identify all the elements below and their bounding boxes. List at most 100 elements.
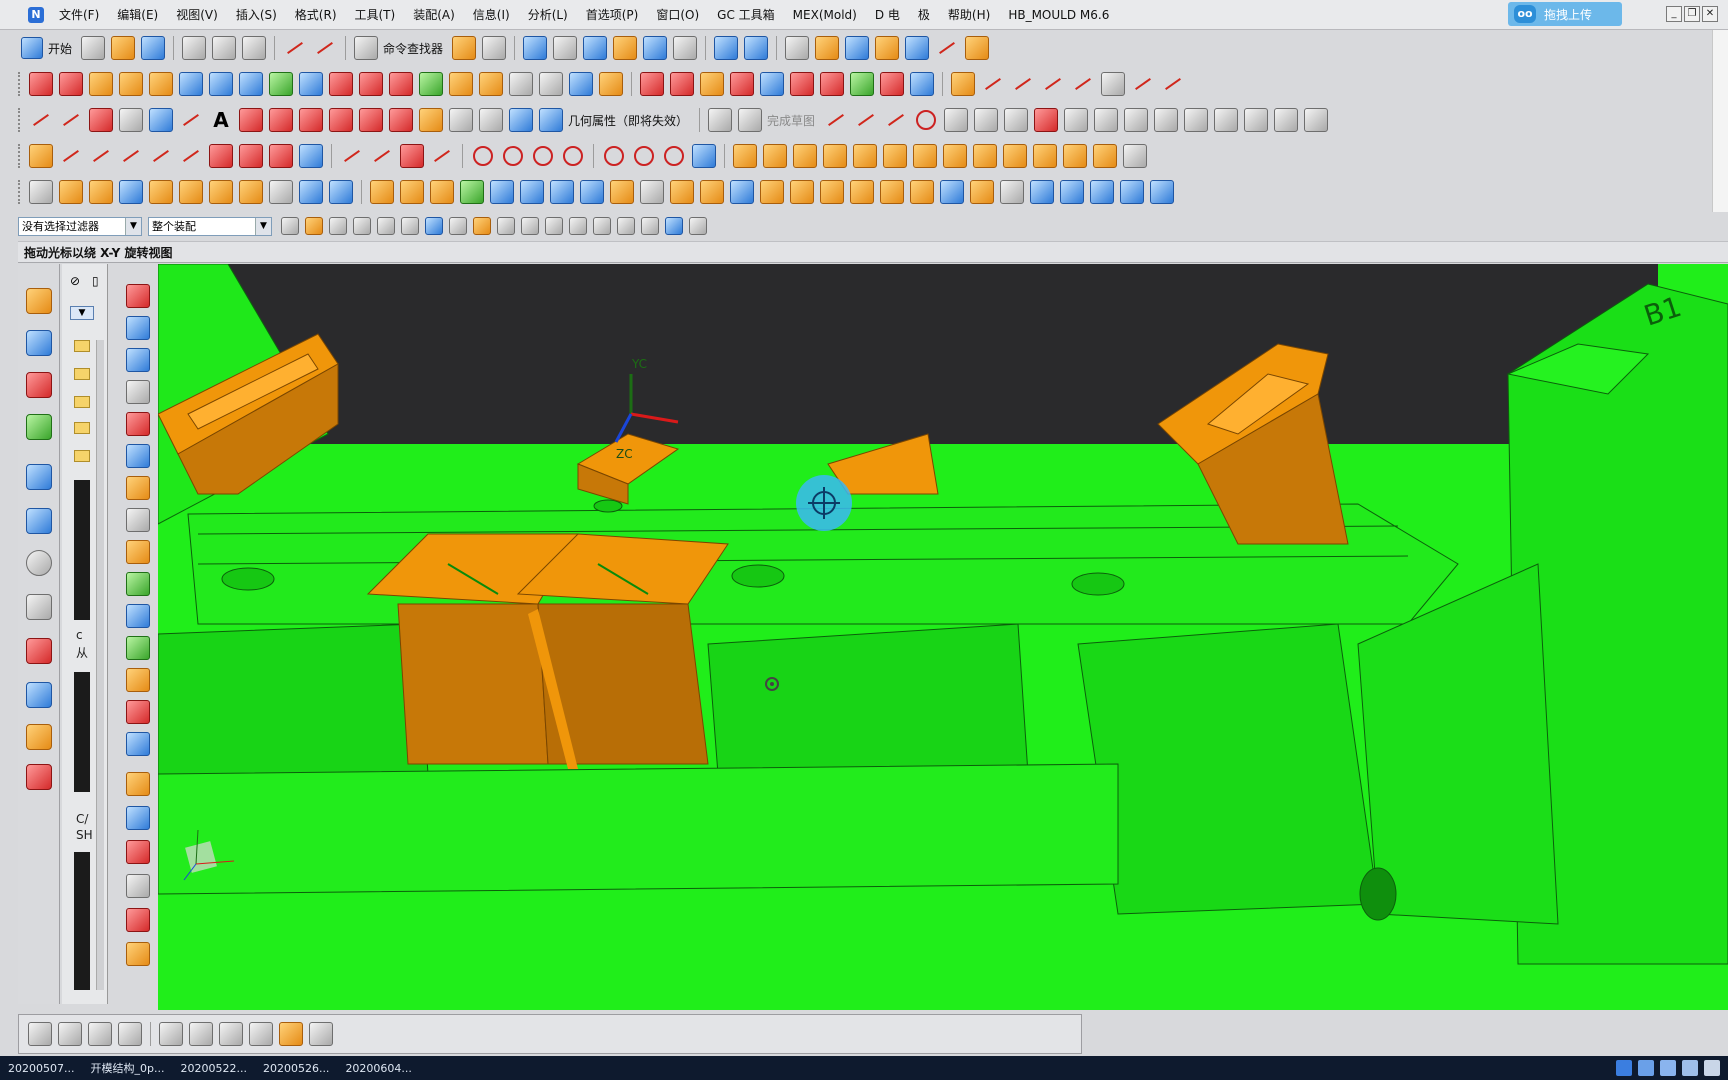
snap-point-option-icon[interactable] xyxy=(689,217,707,235)
filter-option-icon[interactable] xyxy=(401,217,419,235)
filter-option-icon[interactable] xyxy=(281,217,299,235)
spline-icon[interactable] xyxy=(179,108,203,132)
background-icon[interactable] xyxy=(673,36,698,60)
solid-feature-icon[interactable] xyxy=(883,144,907,168)
tray-moon-icon[interactable] xyxy=(1660,1060,1676,1076)
surface-tool-icon[interactable] xyxy=(239,72,263,96)
mold-tool-icon[interactable] xyxy=(400,180,424,204)
curve-edit-icon[interactable] xyxy=(1131,72,1155,96)
mold-tool-icon[interactable] xyxy=(760,180,784,204)
snap-point-option-icon[interactable] xyxy=(473,217,491,235)
restore-button[interactable]: ❐ xyxy=(1684,6,1700,22)
mold-tool-icon[interactable] xyxy=(520,180,544,204)
surface-tool-icon[interactable] xyxy=(29,72,53,96)
surface-tool-icon[interactable] xyxy=(449,72,473,96)
mold-tool-icon[interactable] xyxy=(209,180,233,204)
surface-tool-icon[interactable] xyxy=(820,72,844,96)
sketch-rectangle-icon[interactable] xyxy=(1004,108,1029,132)
mold-wizard-icon[interactable] xyxy=(126,806,150,830)
taskbar-item[interactable]: 20200507... xyxy=(0,1062,82,1075)
mold-tool-icon[interactable] xyxy=(119,180,143,204)
sketch-offset-icon[interactable] xyxy=(1274,108,1299,132)
sketch-dimension-icon[interactable] xyxy=(1214,108,1239,132)
text-tool-icon[interactable]: A xyxy=(209,108,233,132)
finish-sketch-icon[interactable] xyxy=(738,108,763,132)
snap-point-option-icon[interactable] xyxy=(569,217,587,235)
bottom-tool-icon[interactable] xyxy=(219,1022,243,1046)
curve-tool-icon[interactable] xyxy=(269,108,293,132)
sketch-fillet-icon[interactable] xyxy=(944,108,969,132)
solid-feature-icon[interactable] xyxy=(1033,144,1057,168)
taskbar-item[interactable]: 20200604... xyxy=(337,1062,419,1075)
filter-option-icon[interactable] xyxy=(353,217,371,235)
system-materials-icon[interactable] xyxy=(26,764,52,790)
wcs-orient-icon[interactable] xyxy=(744,36,769,60)
toolbar-handle[interactable] xyxy=(18,180,22,204)
menu-tools[interactable]: 工具(T) xyxy=(346,6,405,23)
toolbar-handle[interactable] xyxy=(18,144,22,168)
curve-tool-icon[interactable] xyxy=(329,108,353,132)
sketch-constraint-icon[interactable] xyxy=(1184,108,1209,132)
surface-tool-icon[interactable] xyxy=(539,72,563,96)
surface-tool-icon[interactable] xyxy=(179,72,203,96)
tray-app-icon[interactable] xyxy=(1616,1060,1632,1076)
curve-tool-icon[interactable] xyxy=(299,108,323,132)
menu-information[interactable]: 信息(I) xyxy=(464,6,519,23)
filter-option-icon[interactable] xyxy=(425,217,443,235)
mold-wizard-icon[interactable] xyxy=(126,604,150,628)
curve-tool-icon[interactable] xyxy=(119,144,143,168)
mold-tool-icon[interactable] xyxy=(880,180,904,204)
curve-edit-icon[interactable] xyxy=(981,72,1005,96)
arc-icon[interactable] xyxy=(59,108,83,132)
curve-tool-icon[interactable] xyxy=(239,144,263,168)
palette-icon[interactable] xyxy=(26,638,52,664)
tray-keyboard-icon[interactable] xyxy=(1682,1060,1698,1076)
shaded-view-icon[interactable] xyxy=(583,36,608,60)
solid-feature-icon[interactable] xyxy=(913,144,937,168)
solid-feature-icon[interactable] xyxy=(733,144,757,168)
bottom-tool-icon[interactable] xyxy=(279,1022,303,1046)
bottom-tool-icon[interactable] xyxy=(28,1022,52,1046)
sketch-arc-icon[interactable] xyxy=(884,108,908,132)
curve-tool-icon[interactable] xyxy=(89,144,113,168)
mold-tool-icon[interactable] xyxy=(299,180,323,204)
curve-tool-icon[interactable] xyxy=(209,144,233,168)
surface-tool-icon[interactable] xyxy=(670,72,694,96)
curve-tool-icon[interactable] xyxy=(430,144,454,168)
curve-edit-icon[interactable] xyxy=(1101,72,1125,96)
mold-tool-icon[interactable] xyxy=(149,180,173,204)
pin-icon[interactable]: ⊘ xyxy=(70,274,80,288)
mold-wizard-icon[interactable] xyxy=(126,284,150,308)
mold-wizard-icon[interactable] xyxy=(126,572,150,596)
snap-point-option-icon[interactable] xyxy=(497,217,515,235)
menu-view[interactable]: 视图(V) xyxy=(167,6,227,23)
menu-electrode[interactable]: D 电 xyxy=(866,6,909,23)
mold-tool-icon[interactable] xyxy=(970,180,994,204)
curve-tool-icon[interactable] xyxy=(509,108,533,132)
circle-tool-icon[interactable] xyxy=(473,146,493,166)
mold-wizard-icon[interactable] xyxy=(126,348,150,372)
fit-view-icon[interactable] xyxy=(523,36,548,60)
toolbar-scroll-strip[interactable] xyxy=(1712,30,1728,212)
close-window-button[interactable]: ✕ xyxy=(1702,6,1718,22)
paste-icon[interactable] xyxy=(242,36,267,60)
surface-tool-icon[interactable] xyxy=(479,72,503,96)
wcs-icon[interactable] xyxy=(714,36,739,60)
mold-tool-icon[interactable] xyxy=(179,180,203,204)
sketch-polygon-icon[interactable] xyxy=(1094,108,1119,132)
curve-edit-icon[interactable] xyxy=(1161,72,1185,96)
curve-tool-icon[interactable] xyxy=(400,144,424,168)
ruler-icon[interactable] xyxy=(965,36,990,60)
undo-icon[interactable] xyxy=(283,36,307,60)
snap-point-option-icon[interactable] xyxy=(545,217,563,235)
curve-tool-icon[interactable] xyxy=(370,144,394,168)
orient-view-icon[interactable] xyxy=(643,36,668,60)
taskbar-item[interactable]: 20200526... xyxy=(255,1062,337,1075)
mold-wizard-icon[interactable] xyxy=(126,772,150,796)
solid-feature-icon[interactable] xyxy=(763,144,787,168)
history-icon[interactable] xyxy=(26,508,52,534)
minimize-button[interactable]: _ xyxy=(1666,6,1682,22)
mold-wizard-icon[interactable] xyxy=(126,700,150,724)
filter-option-icon[interactable] xyxy=(305,217,323,235)
snap-point-option-icon[interactable] xyxy=(449,217,467,235)
